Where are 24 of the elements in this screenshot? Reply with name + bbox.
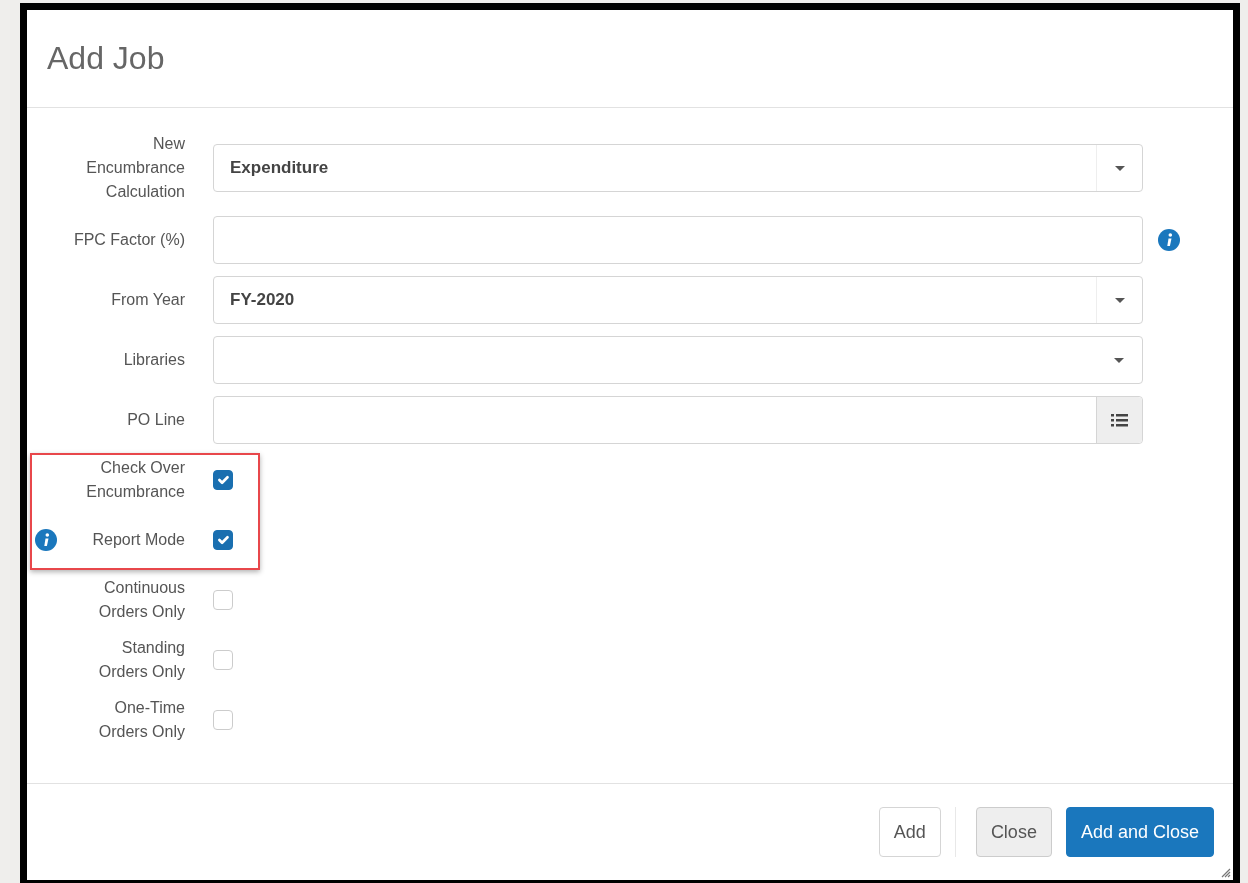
checkbox-label: Check Over Encumbrance: [85, 458, 185, 502]
field-label: New Encumbrance Calculation: [85, 134, 185, 202]
close-button[interactable]: Close: [975, 807, 1052, 857]
checkbox-label: One-Time Orders Only: [97, 698, 185, 742]
dropdown[interactable]: [213, 336, 1143, 384]
field-label: PO Line: [127, 410, 185, 430]
caret-icon: [1114, 165, 1125, 171]
field-label: FPC Factor (%): [73, 230, 185, 250]
checkbox[interactable]: [213, 470, 233, 490]
add-and-close-button[interactable]: Add and Close: [1065, 807, 1214, 857]
text-field[interactable]: [213, 216, 1143, 264]
dialog-title: Add Job: [47, 39, 165, 78]
dropdown[interactable]: Expenditure: [213, 144, 1143, 192]
checkbox-label: Report Mode: [92, 530, 185, 550]
dropdown[interactable]: FY-2020: [213, 276, 1143, 324]
checkbox-label: Continuous Orders Only: [97, 578, 185, 622]
resize-grip-icon: [1221, 868, 1231, 878]
checkbox-label: Standing Orders Only: [97, 638, 185, 682]
checkbox[interactable]: [213, 530, 233, 550]
field-label: Libraries: [123, 350, 185, 370]
caret-icon: [1114, 297, 1125, 303]
add-button[interactable]: Add: [878, 807, 941, 857]
caret-icon: [1114, 357, 1124, 363]
field-label: From Year: [111, 290, 185, 310]
